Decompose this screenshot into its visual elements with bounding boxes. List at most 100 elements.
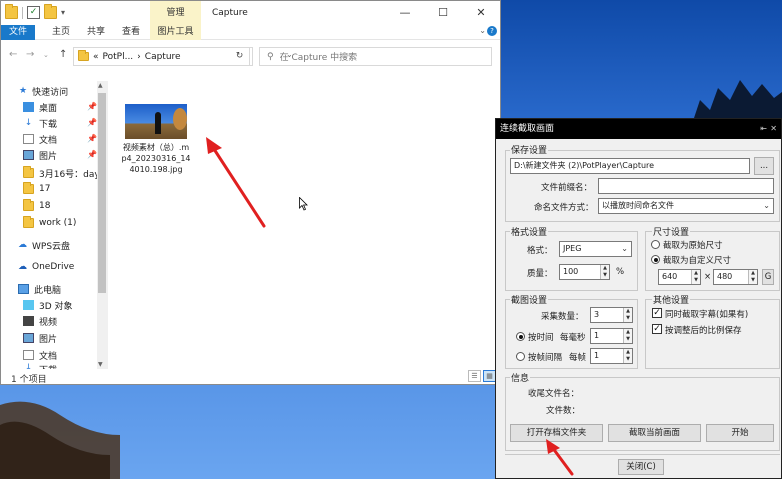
- breadcrumb-potplayer[interactable]: PotPl...: [103, 52, 134, 62]
- status-bar-text: 1 个项目: [11, 375, 47, 385]
- spin-arrows-icon[interactable]: ▲ ▼: [623, 349, 632, 363]
- close-button[interactable]: ✕: [462, 1, 500, 25]
- pin-icon[interactable]: 📌: [87, 134, 97, 143]
- size-preset-button[interactable]: G: [762, 269, 774, 285]
- radio-by-time[interactable]: [516, 332, 525, 341]
- sidebar-item-downloads[interactable]: ↓ 下载: [23, 115, 57, 131]
- sidebar-item-pictures[interactable]: 图片: [23, 147, 57, 163]
- tab-view[interactable]: 查看: [119, 25, 143, 40]
- interval-frame-stepper[interactable]: 1 ▲ ▼: [590, 348, 633, 364]
- quality-label: 质量：: [527, 269, 553, 279]
- file-prefix-field[interactable]: [598, 178, 774, 194]
- refresh-button[interactable]: ↻: [230, 47, 250, 66]
- pin-icon[interactable]: 📌: [87, 118, 97, 127]
- radio-custom-size[interactable]: [651, 255, 660, 264]
- quality-unit: %: [616, 267, 625, 277]
- checkbox-aspect-ratio[interactable]: ✓: [652, 324, 662, 334]
- sidebar-item-label: 桌面: [39, 103, 58, 114]
- sidebar-item-documents[interactable]: 文档: [23, 131, 57, 147]
- pin-icon[interactable]: 📌: [87, 150, 97, 159]
- spin-arrows-icon[interactable]: ▲ ▼: [623, 329, 632, 343]
- recent-locations-icon[interactable]: ⌄: [43, 51, 49, 59]
- computer-icon: [18, 284, 29, 294]
- radio-by-frame[interactable]: [516, 352, 525, 361]
- browse-button[interactable]: ...: [754, 157, 774, 175]
- back-arrow-icon[interactable]: ←: [9, 49, 17, 60]
- height-value: 480: [717, 272, 733, 281]
- sidebar-item-pc-downloads[interactable]: ↓ 下载: [23, 363, 57, 369]
- properties-icon[interactable]: ✓: [27, 6, 40, 19]
- sidebar-item-wps-cloud[interactable]: ☁ WPS云盘: [18, 237, 70, 253]
- sidebar-item-desktop[interactable]: 桌面: [23, 99, 57, 115]
- radio-original-size[interactable]: [651, 240, 660, 249]
- format-select[interactable]: JPEG ⌄: [559, 241, 632, 257]
- new-folder-icon[interactable]: [44, 4, 57, 19]
- scrollbar-thumb[interactable]: [98, 93, 106, 293]
- scroll-down-icon[interactable]: ▼: [98, 361, 103, 368]
- spin-arrows-icon[interactable]: ▲ ▼: [748, 270, 757, 284]
- file-item[interactable]: 视频素材（总）.mp4_20230316_144010.198.jpg: [121, 104, 191, 175]
- quick-access-toolbar: ✓ ▾: [5, 4, 65, 19]
- subtitles-label: 同时截取字幕(如果有): [665, 310, 749, 320]
- open-folder-button[interactable]: 打开存档文件夹: [510, 424, 603, 442]
- sidebar-item-3d-objects[interactable]: 3D 对象: [23, 297, 73, 313]
- tab-share[interactable]: 共享: [84, 25, 108, 40]
- count-stepper[interactable]: 3 ▲ ▼: [590, 307, 633, 323]
- file-count-label: 文件数：: [546, 406, 581, 416]
- spin-arrows-icon[interactable]: ▲ ▼: [691, 270, 700, 284]
- sidebar-item-onedrive[interactable]: ☁ OneDrive: [18, 259, 74, 275]
- pin-icon[interactable]: 📌: [87, 102, 97, 111]
- scroll-up-icon[interactable]: ▲: [98, 82, 103, 89]
- search-box[interactable]: ⚲ 在 Capture 中搜索: [259, 47, 492, 66]
- interval-ms-stepper[interactable]: 1 ▲ ▼: [590, 328, 633, 344]
- capture-current-button[interactable]: 截取当前画面: [608, 424, 701, 442]
- pin-icon[interactable]: ⇤: [760, 119, 767, 139]
- sidebar-item-pc-pictures[interactable]: 图片: [23, 330, 57, 346]
- width-stepper[interactable]: 640 ▲ ▼: [658, 269, 701, 285]
- checkbox-subtitles[interactable]: ✓: [652, 308, 662, 318]
- naming-method-select[interactable]: 以播放时间命名文件 ⌄: [598, 198, 774, 214]
- sidebar-item-quick-access[interactable]: ★ 快速访问: [19, 83, 68, 99]
- tab-picture-tools[interactable]: 图片工具: [150, 25, 201, 40]
- customize-toolbar-icon[interactable]: ▾: [61, 8, 65, 17]
- minimize-button[interactable]: —: [386, 1, 424, 25]
- folder-icon: [5, 4, 18, 19]
- sidebar-item-this-pc[interactable]: 此电脑: [18, 281, 61, 297]
- tab-file[interactable]: 文件: [1, 25, 35, 40]
- format-label: 格式：: [527, 246, 553, 256]
- search-input[interactable]: 在 Capture 中搜索: [280, 50, 358, 63]
- forward-arrow-icon[interactable]: →: [26, 49, 34, 60]
- maximize-button[interactable]: ☐: [424, 1, 462, 25]
- sidebar-item-folder-17[interactable]: 17: [23, 181, 50, 197]
- sidebar-item-folder-18[interactable]: 18: [23, 198, 50, 214]
- quality-stepper[interactable]: 100 ▲ ▼: [559, 264, 610, 280]
- onedrive-cloud-icon: ☁: [18, 262, 27, 272]
- sidebar-item-videos[interactable]: 视频: [23, 313, 57, 329]
- up-arrow-icon[interactable]: ↑: [59, 49, 67, 60]
- spin-arrows-icon[interactable]: ▲ ▼: [623, 308, 632, 322]
- start-button[interactable]: 开始: [706, 424, 774, 442]
- spin-arrows-icon[interactable]: ▲ ▼: [600, 265, 609, 279]
- naming-method-label: 命名文件方式：: [534, 203, 594, 213]
- breadcrumb-capture[interactable]: Capture: [145, 52, 181, 62]
- help-icon[interactable]: ?: [487, 26, 497, 36]
- address-bar[interactable]: « PotPl... › Capture ⌄: [73, 47, 293, 66]
- sidebar-item-label: 3月16号：day1: [39, 169, 106, 180]
- cloud-icon: ☁: [18, 240, 27, 250]
- sidebar-scrollbar[interactable]: ▲ ▼: [97, 81, 107, 369]
- sidebar-item-folder-march16[interactable]: 3月16号：day1: [23, 165, 105, 181]
- details-view-icon[interactable]: ☰: [468, 370, 481, 382]
- close-icon[interactable]: ✕: [770, 119, 777, 139]
- chevron-down-icon[interactable]: ⌄: [479, 26, 486, 35]
- close-dialog-button[interactable]: 关闭(C): [618, 459, 664, 475]
- sidebar-item-pc-documents[interactable]: 文档: [23, 347, 57, 363]
- tab-home[interactable]: 主页: [49, 25, 73, 40]
- folder-icon: [23, 216, 34, 228]
- save-path-field[interactable]: D:\新建文件夹 (2)\PotPlayer\Capture: [510, 158, 750, 174]
- width-value: 640: [662, 272, 678, 281]
- download-icon: ↓: [24, 363, 33, 369]
- sidebar-item-folder-work[interactable]: work (1): [23, 215, 76, 231]
- manage-context-tab[interactable]: 管理: [150, 1, 201, 25]
- file-explorer-window: ✓ ▾ 管理 Capture — ☐ ✕ 文件 主页 共享 查看 图片工具 ⌄ …: [0, 0, 501, 385]
- height-stepper[interactable]: 480 ▲ ▼: [713, 269, 758, 285]
